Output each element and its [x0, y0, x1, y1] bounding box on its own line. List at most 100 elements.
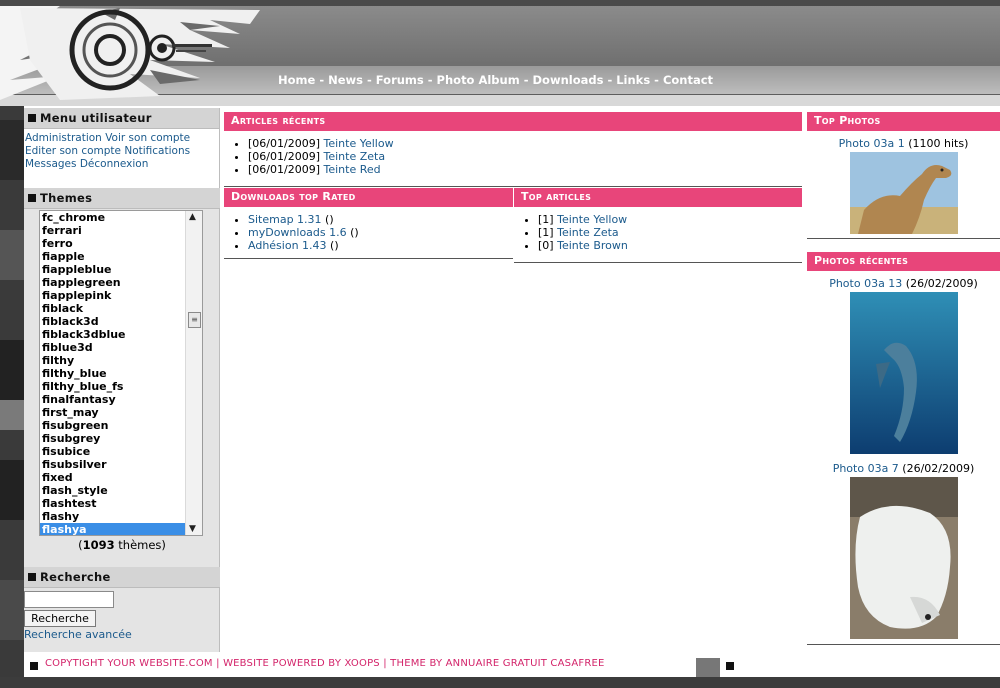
- list-item: [06/01/2009] Teinte Red: [248, 163, 792, 176]
- dolphin-photo[interactable]: [849, 292, 958, 454]
- site-footer: COPYTIGHT YOUR WEBSITE.COM | WEBSITE POW…: [24, 655, 1000, 678]
- list-item: [1] Teinte Zeta: [538, 226, 792, 239]
- theme-option[interactable]: filthy: [40, 354, 186, 367]
- theme-option[interactable]: fisubgreen: [40, 419, 186, 432]
- theme-option[interactable]: first_may: [40, 406, 186, 419]
- nav-home[interactable]: Home: [278, 73, 315, 87]
- search-block: Recherche Recherche Recherche avancée: [24, 567, 220, 643]
- theme-option[interactable]: fiblack3d: [40, 315, 186, 328]
- download-link[interactable]: myDownloads 1.6: [248, 226, 347, 239]
- link-deconnexion[interactable]: Déconnexion: [80, 158, 149, 170]
- user-menu-title: Menu utilisateur: [24, 108, 219, 129]
- theme-option[interactable]: ferro: [40, 237, 186, 250]
- bullet-square-icon: [28, 114, 36, 122]
- bottom-bar: [0, 677, 1000, 688]
- main-nav: Home - News - Forums - Photo Album - Downloads - L…: [278, 73, 713, 87]
- polar-bear-photo[interactable]: [849, 477, 958, 639]
- theme-option[interactable]: flashtest: [40, 497, 186, 510]
- footer-text: COPYTIGHT YOUR WEBSITE.COM | WEBSITE POW…: [45, 658, 605, 669]
- recent-photos-block: Photos récentes Photo 03a 13 (26/02/2009…: [807, 252, 1000, 645]
- theme-option[interactable]: ferrari: [40, 224, 186, 237]
- theme-option[interactable]: fc_chrome: [40, 211, 186, 224]
- nav-separator: -: [607, 73, 613, 87]
- list-item: [06/01/2009] Teinte Zeta: [248, 150, 792, 163]
- bullet-square-icon: [726, 662, 734, 670]
- article-link[interactable]: Teinte Yellow: [557, 213, 627, 226]
- link-editer-compte[interactable]: Editer son compte: [25, 145, 121, 157]
- article-link[interactable]: Teinte Zeta: [557, 226, 619, 239]
- theme-option[interactable]: fisubice: [40, 445, 186, 458]
- site-header: Home - News - Forums - Photo Album - Downloads - L…: [0, 0, 1000, 106]
- scroll-thumb[interactable]: ≡: [188, 312, 201, 328]
- nav-forums[interactable]: Forums: [376, 73, 424, 87]
- scroll-down-icon[interactable]: ▼: [189, 524, 196, 534]
- user-menu-links: Administration Voir son compte Editer so…: [24, 129, 219, 174]
- search-button[interactable]: Recherche: [24, 610, 96, 627]
- theme-option[interactable]: finalfantasy: [40, 393, 186, 406]
- theme-option[interactable]: fiblack3dblue: [40, 328, 186, 341]
- theme-options: fc_chrome ferrari ferro fiapple fiappleblue f…: [40, 211, 202, 535]
- article-link[interactable]: Teinte Brown: [557, 239, 628, 252]
- search-input[interactable]: [24, 591, 114, 608]
- bullet-square-icon: [28, 573, 36, 581]
- theme-option[interactable]: flashya: [40, 523, 186, 535]
- nav-separator: -: [319, 73, 325, 87]
- theme-option[interactable]: fiappleblue: [40, 263, 186, 276]
- theme-list-scrollbar[interactable]: ▲ ≡ ▼: [185, 211, 202, 535]
- download-link[interactable]: Sitemap 1.31: [248, 213, 322, 226]
- nav-news[interactable]: News: [328, 73, 363, 87]
- theme-option[interactable]: fiapplepink: [40, 289, 186, 302]
- theme-option[interactable]: fiapplegreen: [40, 276, 186, 289]
- theme-option[interactable]: fiblue3d: [40, 341, 186, 354]
- nav-links[interactable]: Links: [616, 73, 650, 87]
- list-item: myDownloads 1.6 (): [248, 226, 503, 239]
- nav-separator: -: [367, 73, 372, 87]
- search-title: Recherche: [24, 567, 220, 588]
- theme-option[interactable]: filthy_blue_fs: [40, 380, 186, 393]
- link-notifications[interactable]: Notifications: [124, 145, 190, 157]
- advanced-search-link[interactable]: Recherche avancée: [24, 628, 220, 641]
- photo-link[interactable]: Photo 03a 13: [829, 277, 902, 290]
- themes-title: Themes: [24, 188, 220, 209]
- scroll-up-icon[interactable]: ▲: [189, 212, 196, 222]
- right-sidebar: Top Photos Photo 03a 1 (1100 hits) Photo…: [807, 112, 1000, 652]
- list-item: Adhésion 1.43 (): [248, 239, 503, 252]
- link-voir-compte[interactable]: Voir son compte: [105, 132, 190, 144]
- top-photos-block: Top Photos Photo 03a 1 (1100 hits): [807, 112, 1000, 239]
- downloads-top-rated-block: Downloads top Rated Sitemap 1.31 () myDo…: [224, 188, 513, 259]
- bullet-square-icon: [28, 194, 36, 202]
- bullet-square-icon: [30, 662, 38, 670]
- theme-option[interactable]: filthy_blue: [40, 367, 186, 380]
- photo-link[interactable]: Photo 03a 7: [833, 462, 899, 475]
- theme-option[interactable]: fisubsilver: [40, 458, 186, 471]
- nav-contact[interactable]: Contact: [663, 73, 713, 87]
- article-link[interactable]: Teinte Zeta: [323, 150, 385, 163]
- recent-articles-block: Articles récents [06/01/2009] Teinte Yel…: [224, 112, 802, 187]
- article-link[interactable]: Teinte Red: [323, 163, 380, 176]
- photo-link[interactable]: Photo 03a 1: [839, 137, 905, 150]
- downloads-top-title: Downloads top Rated: [224, 188, 513, 207]
- top-articles-title: Top articles: [514, 188, 802, 207]
- list-item: [06/01/2009] Teinte Yellow: [248, 137, 792, 150]
- theme-option[interactable]: fiapple: [40, 250, 186, 263]
- left-sidebar: Menu utilisateur Administration Voir son…: [24, 108, 220, 652]
- recent-photos-title: Photos récentes: [807, 252, 1000, 271]
- download-link[interactable]: Adhésion 1.43: [248, 239, 327, 252]
- theme-option[interactable]: flashy: [40, 510, 186, 523]
- camel-photo[interactable]: [849, 152, 958, 234]
- nav-photo-album[interactable]: Photo Album: [437, 73, 520, 87]
- link-administration[interactable]: Administration: [25, 132, 102, 144]
- link-messages[interactable]: Messages: [25, 158, 77, 170]
- list-item: [1] Teinte Yellow: [538, 213, 792, 226]
- article-link[interactable]: Teinte Yellow: [323, 137, 393, 150]
- theme-select-list[interactable]: fc_chrome ferrari ferro fiapple fiappleblue f…: [39, 210, 203, 536]
- recent-articles-title: Articles récents: [224, 112, 802, 131]
- top-articles-block: Top articles [1] Teinte Yellow [1] Teint…: [514, 188, 802, 263]
- nav-separator: -: [427, 73, 433, 87]
- theme-option[interactable]: fixed: [40, 471, 186, 484]
- theme-option[interactable]: flash_style: [40, 484, 186, 497]
- nav-separator: -: [523, 73, 529, 87]
- theme-option[interactable]: fiblack: [40, 302, 186, 315]
- nav-downloads[interactable]: Downloads: [533, 73, 604, 87]
- theme-option[interactable]: fisubgrey: [40, 432, 186, 445]
